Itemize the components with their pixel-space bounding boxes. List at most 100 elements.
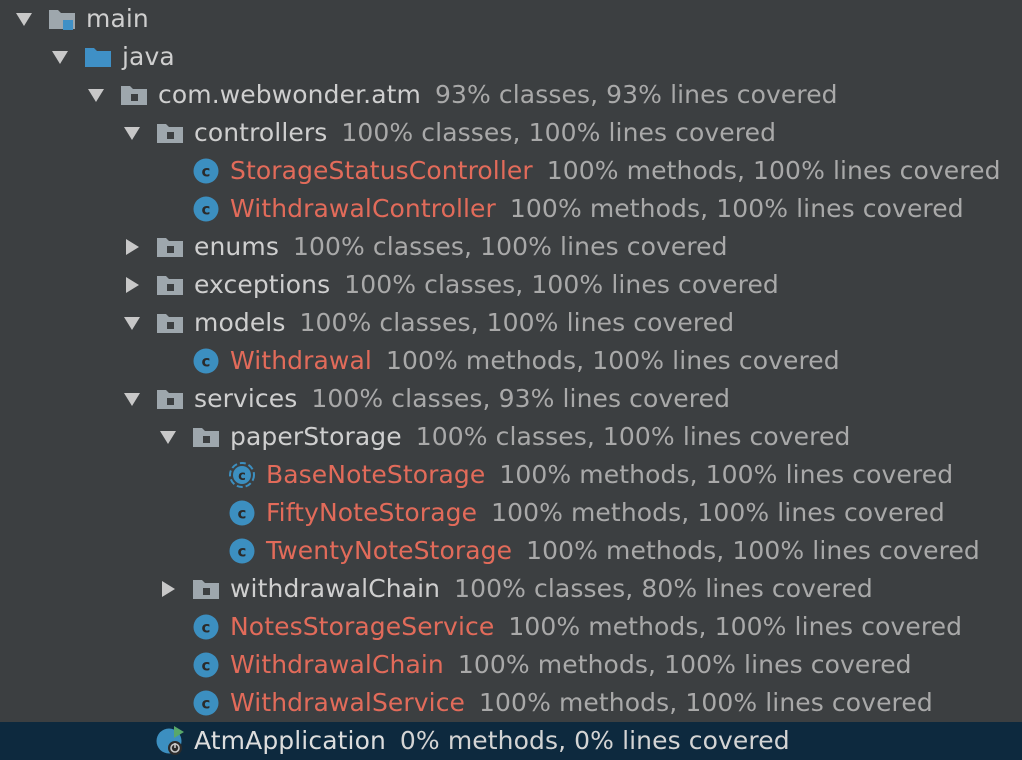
package-icon [156, 235, 184, 259]
tree-row-label: WithdrawalChain 100% methods, 100% lines … [230, 646, 912, 684]
coverage-summary: 100% methods, 100% lines covered [491, 498, 945, 527]
tree-row-label: main [86, 0, 149, 38]
coverage-summary: 93% classes, 93% lines covered [434, 80, 838, 109]
tree-row-label: services 100% classes, 93% lines covered [194, 380, 730, 418]
svg-text:c: c [238, 505, 247, 523]
expand-arrow-down-icon[interactable] [123, 315, 141, 331]
tree-row-base-note-storage[interactable]: c BaseNoteStorage 100% methods, 100% lines… [0, 456, 1022, 494]
tree-row-paper-storage[interactable]: paperStorage 100% classes, 100% lines cov… [0, 418, 1022, 456]
coverage-summary: 100% classes, 100% lines covered [344, 270, 779, 299]
tree-row-atm[interactable]: com.webwonder.atm 93% classes, 93% lines … [0, 76, 1022, 114]
tree-row-label: TwentyNoteStorage 100% methods, 100% line… [266, 532, 980, 570]
tree-row-withdrawal-chain-pkg[interactable]: withdrawalChain 100% classes, 80% lines c… [0, 570, 1022, 608]
node-name: NotesStorageService [230, 612, 495, 641]
coverage-summary: 100% methods, 100% lines covered [499, 460, 954, 489]
tree-row-storage-status-controller[interactable]: c StorageStatusController 100% methods, 10… [0, 152, 1022, 190]
collapse-arrow-right-icon[interactable] [123, 239, 141, 255]
tree-row-label: WithdrawalService 100% methods, 100% line… [230, 684, 933, 722]
tree-row-main[interactable]: main [0, 0, 1022, 38]
tree-row-atm-application[interactable]: AtmApplication 0% methods, 0% lines cover… [0, 722, 1022, 760]
tree-row-label: enums 100% classes, 100% lines covered [194, 228, 728, 266]
tree-row-models[interactable]: models 100% classes, 100% lines covered [0, 304, 1022, 342]
class-icon: c [192, 613, 220, 641]
node-name: TwentyNoteStorage [266, 536, 513, 565]
svg-text:c: c [202, 657, 211, 675]
tree-row-label: paperStorage 100% classes, 100% lines cov… [230, 418, 850, 456]
coverage-summary: 0% methods, 0% lines covered [399, 726, 790, 755]
tree-row-label: Withdrawal 100% methods, 100% lines cover… [230, 342, 840, 380]
expand-arrow-down-icon[interactable] [15, 11, 33, 27]
tree-row-withdrawal-service[interactable]: c WithdrawalService 100% methods, 100% lin… [0, 684, 1022, 722]
svg-text:c: c [202, 619, 211, 637]
collapse-arrow-right-icon[interactable] [159, 581, 177, 597]
tree-row-exceptions[interactable]: exceptions 100% classes, 100% lines cover… [0, 266, 1022, 304]
coverage-summary: 100% classes, 100% lines covered [292, 232, 728, 261]
expand-arrow-down-icon[interactable] [123, 125, 141, 141]
class-icon: c [192, 689, 220, 717]
node-name: models [194, 308, 286, 337]
tree-row-label: controllers 100% classes, 100% lines cove… [194, 114, 776, 152]
node-name: WithdrawalController [230, 194, 496, 223]
coverage-summary: 100% classes, 100% lines covered [341, 118, 777, 147]
class-icon: c [192, 195, 220, 223]
coverage-summary: 100% methods, 100% lines covered [385, 346, 840, 375]
expand-arrow-down-icon[interactable] [87, 87, 105, 103]
tree-row-withdrawal-controller[interactable]: c WithdrawalController 100% methods, 100% … [0, 190, 1022, 228]
tree-row-label: WithdrawalController 100% methods, 100% l… [230, 190, 964, 228]
class-icon: c [192, 651, 220, 679]
node-name: main [86, 4, 149, 33]
node-name: services [194, 384, 298, 413]
svg-text:c: c [202, 163, 211, 181]
coverage-summary: 100% classes, 93% lines covered [311, 384, 731, 413]
package-icon [156, 387, 184, 411]
coverage-summary: 100% methods, 100% lines covered [508, 612, 963, 641]
tree-row-label: withdrawalChain 100% classes, 80% lines c… [230, 570, 873, 608]
coverage-summary: 100% classes, 100% lines covered [299, 308, 735, 337]
tree-row-label: FiftyNoteStorage 100% methods, 100% lines… [266, 494, 945, 532]
tree-row-label: exceptions 100% classes, 100% lines cover… [194, 266, 779, 304]
node-name: WithdrawalService [230, 688, 466, 717]
node-name: WithdrawalChain [230, 650, 444, 679]
coverage-tree[interactable]: main java com.webwonder.atm 93% classes, 93… [0, 0, 1022, 760]
package-icon [156, 273, 184, 297]
tree-row-label: models 100% classes, 100% lines covered [194, 304, 734, 342]
node-name: Withdrawal [230, 346, 372, 375]
coverage-summary: 100% methods, 100% lines covered [546, 156, 1001, 185]
collapse-arrow-right-icon[interactable] [123, 277, 141, 293]
package-icon [120, 83, 148, 107]
svg-text:c: c [202, 201, 211, 219]
tree-row-fifty-note-storage[interactable]: c FiftyNoteStorage 100% methods, 100% line… [0, 494, 1022, 532]
tree-row-controllers[interactable]: controllers 100% classes, 100% lines cove… [0, 114, 1022, 152]
tree-row-withdrawal[interactable]: c Withdrawal 100% methods, 100% lines cove… [0, 342, 1022, 380]
node-name: exceptions [194, 270, 331, 299]
source-folder-icon [84, 45, 112, 69]
tree-row-services[interactable]: services 100% classes, 93% lines covered [0, 380, 1022, 418]
node-name: withdrawalChain [230, 574, 441, 603]
class-icon: c [192, 347, 220, 375]
tree-row-twenty-note-storage[interactable]: c TwentyNoteStorage 100% methods, 100% lin… [0, 532, 1022, 570]
expand-arrow-down-icon[interactable] [51, 49, 69, 65]
node-name: BaseNoteStorage [266, 460, 486, 489]
tree-row-label: AtmApplication 0% methods, 0% lines cover… [194, 722, 790, 760]
tree-row-java[interactable]: java [0, 38, 1022, 76]
svg-text:c: c [238, 543, 247, 561]
node-name: AtmApplication [194, 726, 386, 755]
class-icon: c [228, 499, 256, 527]
coverage-summary: 100% methods, 100% lines covered [509, 194, 964, 223]
expand-arrow-down-icon[interactable] [123, 391, 141, 407]
tree-row-enums[interactable]: enums 100% classes, 100% lines covered [0, 228, 1022, 266]
coverage-summary: 100% classes, 80% lines covered [454, 574, 873, 603]
expand-arrow-down-icon[interactable] [159, 429, 177, 445]
spring-boot-app-icon [156, 726, 186, 756]
tree-row-withdrawal-chain[interactable]: c WithdrawalChain 100% methods, 100% lines… [0, 646, 1022, 684]
svg-text:c: c [202, 695, 211, 713]
class-icon: c [228, 537, 256, 565]
node-name: enums [194, 232, 279, 261]
node-name: controllers [194, 118, 328, 147]
tree-row-notes-storage-service[interactable]: c NotesStorageService 100% methods, 100% l… [0, 608, 1022, 646]
coverage-summary: 100% methods, 100% lines covered [457, 650, 912, 679]
coverage-summary: 100% classes, 100% lines covered [415, 422, 851, 451]
node-name: com.webwonder.atm [158, 80, 421, 109]
node-name: FiftyNoteStorage [266, 498, 478, 527]
coverage-summary: 100% methods, 100% lines covered [526, 536, 980, 565]
